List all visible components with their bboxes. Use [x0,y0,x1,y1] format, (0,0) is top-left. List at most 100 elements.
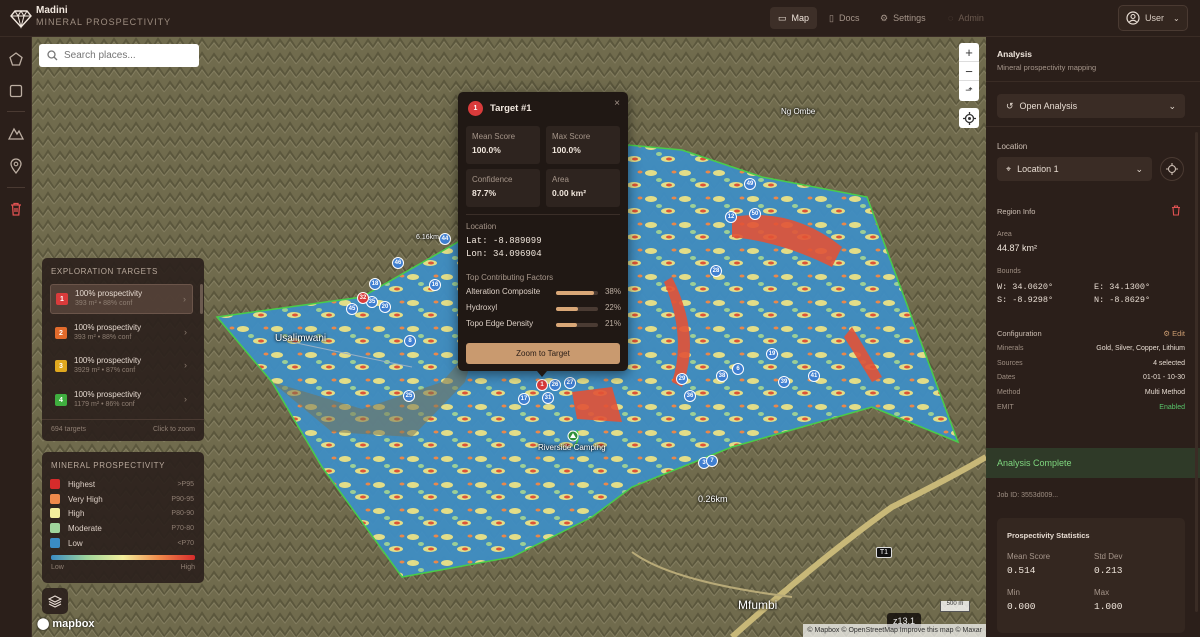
target-marker[interactable]: 38 [716,370,728,382]
target-marker[interactable]: 49 [744,178,756,190]
legend-item: Very High P90-95 [50,493,194,505]
nav-docs[interactable]: ▯ Docs [821,7,867,29]
target-marker[interactable]: 17 [518,393,530,405]
open-analysis-dropdown[interactable]: ↺ Open Analysis ⌄ [997,94,1185,118]
target-marker[interactable]: 20 [379,301,391,313]
target-marker[interactable]: 29 [676,373,688,385]
target-title: 100% prospectivity [74,390,142,399]
target-marker[interactable]: 26 [549,379,561,391]
map-attribution[interactable]: © Mapbox © OpenStreetMap Improve this ma… [803,624,986,637]
user-avatar-icon [1126,11,1140,25]
configuration-label: Configuration [997,329,1042,338]
target-marker[interactable]: 19 [766,348,778,360]
target-marker[interactable]: 8 [404,335,416,347]
target-marker[interactable]: 36 [684,390,696,402]
nav-map-label: Map [791,13,810,23]
target-marker[interactable]: 39 [778,376,790,388]
nav-settings[interactable]: ⚙ Settings [872,7,934,29]
search-bar[interactable] [39,44,199,67]
panel-title: EXPLORATION TARGETS [51,267,158,276]
target-title: 100% prospectivity [75,289,143,298]
map-view[interactable]: + − ⬏ Usalimwani Ng Ombe Riverside Campi… [32,37,986,637]
user-menu-button[interactable]: User ⌄ [1118,5,1188,31]
zoom-in-button[interactable]: + [959,43,979,62]
zoom-controls: + − ⬏ [959,43,979,101]
diamond-logo-icon[interactable] [10,7,32,29]
layers-button[interactable] [42,588,68,614]
target-marker[interactable]: 1 [536,379,548,391]
target-marker[interactable]: 18 [369,278,381,290]
target-marker[interactable]: 50 [749,208,761,220]
pin-icon[interactable] [8,158,24,174]
target-list-item[interactable]: 1 100% prospectivity 393 m² • 88% conf › [50,284,193,314]
target-marker[interactable]: 25 [403,390,415,402]
target-marker[interactable]: 44 [439,233,451,245]
factor-row: Alteration Composite 38% [466,287,621,296]
max-value: 1.000 [1094,601,1123,612]
panel-subtitle: Mineral prospectivity mapping [997,63,1097,72]
legend-item: Low <P70 [50,537,194,549]
longitude-value: Lon: 34.096904 [466,249,542,259]
legend-swatch [50,479,60,489]
layers-icon [48,595,62,608]
target-marker[interactable]: 7 [706,455,718,467]
color-ramp [51,555,195,560]
zoom-hint: Click to zoom [152,426,195,433]
user-label: User [1145,13,1165,23]
trash-icon[interactable] [8,201,24,217]
mapbox-logo[interactable]: ⬤ mapbox [37,617,95,630]
close-icon[interactable]: × [614,98,620,109]
target-marker[interactable]: 6 [732,363,744,375]
edit-config-button[interactable]: ⚙ Edit [1163,329,1185,338]
polygon-tool-icon[interactable] [8,51,24,67]
compass-button[interactable]: ⬏ [959,81,979,100]
target-marker[interactable]: 28 [710,265,722,277]
target-rank-badge: 1 [56,293,68,305]
nav-map[interactable]: ▭ Map [770,7,818,29]
locate-region-button[interactable] [1160,157,1184,181]
chevron-right-icon: › [183,294,186,304]
job-id: Job ID: 3553d009... [997,492,1059,499]
analysis-complete-banner: Analysis Complete [986,448,1200,478]
geolocate-button[interactable] [959,108,979,128]
rectangle-tool-icon[interactable] [8,83,24,99]
search-input[interactable] [64,50,184,61]
scale-bar: 500 m [940,601,970,612]
list-scrollbar[interactable] [200,284,203,314]
prospectivity-legend: MINERAL PROSPECTIVITY Highest >P95 Very H… [42,452,204,583]
crosshair-icon [962,111,976,125]
panel-title: Analysis [997,49,1032,59]
search-icon [47,50,58,61]
target-list-item[interactable]: 3 100% prospectivity 3929 m² • 87% conf … [50,351,193,381]
analysis-panel: Analysis Mineral prospectivity mapping ↺… [986,37,1200,637]
target-list-item[interactable]: 2 100% prospectivity 393 m² • 88% conf › [50,318,193,348]
legend-swatch [50,508,60,518]
zoom-to-target-button[interactable]: Zoom to Target [466,343,620,364]
stat-confidence: Confidence 87.7% [466,169,540,207]
max-label: Max [1094,588,1110,597]
target-marker[interactable]: 41 [808,370,820,382]
history-icon: ↺ [1006,100,1014,111]
legend-title: MINERAL PROSPECTIVITY [51,461,166,470]
config-row: Minerals Gold, Silver, Copper, Lithium [997,345,1185,352]
target-marker[interactable]: 45 [346,303,358,315]
location-select[interactable]: ⌖ Location 1 ⌄ [997,157,1152,181]
panel-scrollbar[interactable] [1195,132,1198,612]
trash-icon[interactable] [1171,205,1181,216]
popup-title: Target #1 [490,103,532,114]
target-marker[interactable]: 32 [357,292,369,304]
target-list-item[interactable]: 4 100% prospectivity 1179 m² • 86% conf … [50,385,193,415]
statistics-title: Prospectivity Statistics [1007,531,1090,540]
target-marker[interactable]: 16 [429,279,441,291]
bound-west: W: 34.0620° [997,282,1054,292]
target-marker[interactable]: 12 [725,211,737,223]
zoom-out-button[interactable]: − [959,62,979,81]
target-marker[interactable]: 27 [564,377,576,389]
target-marker[interactable]: 31 [542,392,554,404]
chevron-down-icon: ⌄ [1173,13,1180,23]
target-meta: 393 m² • 88% conf [74,334,132,341]
config-row: Dates 01-01 - 10-30 [997,374,1185,381]
mountain-icon[interactable] [8,125,24,141]
target-marker[interactable]: 46 [392,257,404,269]
toolbar-divider [7,187,25,188]
